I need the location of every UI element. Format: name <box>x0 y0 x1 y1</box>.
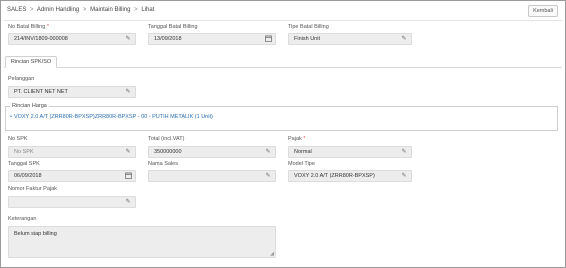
breadcrumb-item-admin-handling[interactable]: Admin Handling <box>37 7 79 13</box>
pelanggan-value: PT. CLIENT NET NET <box>14 89 68 95</box>
tipe-batal-billing-value: Finish Unit <box>294 36 320 42</box>
no-batal-billing-label: No Batal Billing * <box>8 24 49 30</box>
pajak-label: Pajak * <box>288 136 305 142</box>
model-tipe-label: Model Tipe <box>288 161 315 167</box>
required-mark: * <box>46 24 49 30</box>
breadcrumb-separator: > <box>82 7 87 13</box>
tanggal-batal-billing-label: Tanggal Batal Billing <box>148 24 198 30</box>
total-value: 350000000 <box>154 149 182 155</box>
breadcrumb-item-sales[interactable]: SALES <box>7 7 26 13</box>
breadcrumb-separator: > <box>134 7 138 13</box>
no-batal-billing-label-text: No Batal Billing <box>8 24 46 30</box>
pajak-label-text: Pajak <box>288 136 302 142</box>
calendar-icon[interactable] <box>264 35 272 43</box>
breadcrumb: SALES > Admin Handling > Maintain Billin… <box>7 7 154 13</box>
pencil-icon: ✎ <box>401 36 407 42</box>
pencil-icon: ✎ <box>125 199 131 205</box>
pelanggan-label: Pelanggan <box>8 76 35 82</box>
breadcrumb-item-lihat: Lihat <box>141 7 155 13</box>
pajak-value: Normal <box>294 149 312 155</box>
no-spk-placeholder: No SPK <box>14 149 34 155</box>
resize-grip-icon[interactable]: ◢ <box>270 251 274 257</box>
pencil-icon: ✎ <box>401 173 407 179</box>
required-mark: * <box>303 136 306 142</box>
tanggal-spk-label: Tanggal SPK <box>8 161 40 167</box>
keterangan-label: Keterangan <box>8 216 37 222</box>
back-button[interactable]: Kembali <box>528 5 558 17</box>
tanggal-batal-billing-value: 13/09/2018 <box>154 36 182 42</box>
keterangan-textarea[interactable]: Belum siap billing ◢ <box>8 226 276 258</box>
keterangan-value: Belum siap billing <box>14 231 57 237</box>
tipe-batal-billing-label: Tipe Batal Billing <box>288 24 329 30</box>
model-tipe-value: VOXY 2.0 A/T (ZRR80R-BPXSP) <box>294 173 375 179</box>
tanggal-spk-field[interactable]: 06/09/2018 <box>8 170 136 182</box>
pencil-icon: ✎ <box>125 149 131 155</box>
rincian-harga-fieldset: Rincian Harga • VOXY 2.0 A/T (ZRR80R-BPXS… <box>5 103 558 131</box>
no-spk-label: No SPK <box>8 136 28 142</box>
pencil-icon: ✎ <box>401 149 407 155</box>
pencil-icon: ✎ <box>125 36 131 42</box>
pencil-icon: ✎ <box>265 173 271 179</box>
total-label: Total (incl.VAT) <box>148 136 185 142</box>
nomor-faktur-pajak-field[interactable]: ✎ <box>8 196 136 208</box>
no-spk-field[interactable]: No SPK ✎ <box>8 146 136 158</box>
tanggal-spk-value: 06/09/2018 <box>14 173 42 179</box>
nama-sales-label: Nama Sales <box>148 161 178 167</box>
pelanggan-field[interactable]: PT. CLIENT NET NET ✎ <box>8 86 136 98</box>
nomor-faktur-pajak-label: Nomor Faktur Pajak <box>8 186 57 192</box>
pencil-icon: ✎ <box>265 149 271 155</box>
bullet-icon: • <box>10 114 12 120</box>
breadcrumb-item-maintain-billing[interactable]: Maintain Billing <box>90 7 130 13</box>
tipe-batal-billing-field[interactable]: Finish Unit ✎ <box>288 33 412 45</box>
pajak-field[interactable]: Normal ✎ <box>288 146 412 158</box>
no-batal-billing-value: 214/INV/1809-000008 <box>14 36 68 42</box>
rincian-harga-item-text[interactable]: VOXY 2.0 A/T (ZRR80R-BPXSP)ZRR80R-BPXSP … <box>14 114 213 120</box>
no-batal-billing-field[interactable]: 214/INV/1809-000008 ✎ <box>8 33 136 45</box>
breadcrumb-separator: > <box>30 7 34 13</box>
model-tipe-field[interactable]: VOXY 2.0 A/T (ZRR80R-BPXSP) ✎ <box>288 170 412 182</box>
total-field[interactable]: 350000000 ✎ <box>148 146 276 158</box>
rincian-harga-legend: Rincian Harga <box>10 103 49 109</box>
calendar-icon[interactable] <box>124 172 132 180</box>
tab-rincian-spk-so[interactable]: Rincian SPK/SO <box>5 56 57 68</box>
nama-sales-field[interactable]: ✎ <box>148 170 276 182</box>
rincian-harga-item[interactable]: • VOXY 2.0 A/T (ZRR80R-BPXSP)ZRR80R-BPXSP… <box>10 114 213 120</box>
header-divider <box>4 20 562 21</box>
pencil-icon: ✎ <box>125 89 131 95</box>
tanggal-batal-billing-field[interactable]: 13/09/2018 <box>148 33 276 45</box>
tab-divider <box>4 67 562 68</box>
